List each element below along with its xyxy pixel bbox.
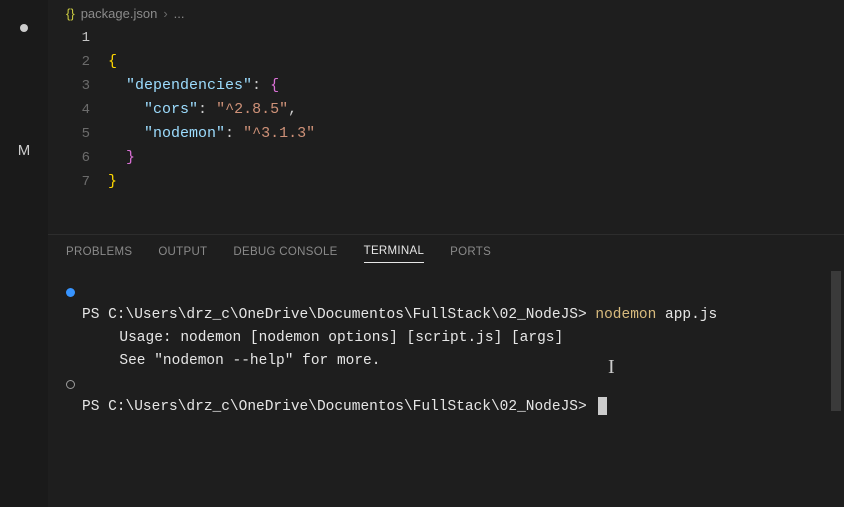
code-token: { <box>108 53 117 70</box>
terminal-output-line: See "nodemon --help" for more. <box>66 350 826 373</box>
tab-output[interactable]: OUTPUT <box>158 246 207 263</box>
code-token: : <box>198 101 207 118</box>
code-token: , <box>288 101 297 118</box>
terminal-task-idle-icon <box>66 380 75 389</box>
line-number: 7 <box>48 170 90 194</box>
line-number: 5 <box>48 122 90 146</box>
line-number: 4 <box>48 98 90 122</box>
breadcrumb-tail[interactable]: ... <box>174 6 185 21</box>
terminal-cursor <box>598 397 607 415</box>
panel-tabs: PROBLEMS OUTPUT DEBUG CONSOLE TERMINAL P… <box>48 235 844 271</box>
breadcrumb-separator: › <box>163 6 167 21</box>
terminal-scrollbar[interactable] <box>831 271 841 411</box>
terminal-output-line: Usage: nodemon [nodemon options] [script… <box>66 327 826 350</box>
breadcrumb-file[interactable]: package.json <box>81 6 158 21</box>
terminal[interactable]: PS C:\Users\drz_c\OneDrive\Documentos\Fu… <box>48 271 844 507</box>
tab-problems[interactable]: PROBLEMS <box>66 246 132 263</box>
code-token: "dependencies" <box>126 77 252 94</box>
line-number-gutter: 1 2 3 4 5 6 7 <box>48 26 108 194</box>
code-token: } <box>126 149 135 166</box>
terminal-path: C:\Users\drz_c\OneDrive\Documentos\FullS… <box>108 307 578 323</box>
line-number: 3 <box>48 74 90 98</box>
terminal-prompt-suffix: > <box>578 399 595 415</box>
terminal-line: PS C:\Users\drz_c\OneDrive\Documentos\Fu… <box>66 281 826 327</box>
bottom-panel: PROBLEMS OUTPUT DEBUG CONSOLE TERMINAL P… <box>48 234 844 507</box>
terminal-task-active-icon <box>66 288 75 297</box>
line-number: 2 <box>48 50 90 74</box>
code-token: "^2.8.5" <box>216 101 288 118</box>
terminal-prompt-prefix: PS <box>82 307 108 323</box>
terminal-prompt-prefix: PS <box>82 399 108 415</box>
line-number: 6 <box>48 146 90 170</box>
scm-modified-badge: M <box>18 142 31 159</box>
code-content[interactable]: { "dependencies": { "cors": "^2.8.5", "n… <box>108 26 844 194</box>
activity-bar: M <box>0 0 48 507</box>
terminal-path: C:\Users\drz_c\OneDrive\Documentos\FullS… <box>108 399 578 415</box>
tab-debug-console[interactable]: DEBUG CONSOLE <box>233 246 337 263</box>
code-token: : <box>252 77 261 94</box>
code-editor[interactable]: 1 2 3 4 5 6 7 { "dependencies": { "cors"… <box>48 26 844 234</box>
breadcrumb[interactable]: {} package.json › ... <box>48 0 844 26</box>
unsaved-indicator-dot <box>20 24 28 32</box>
code-token: : <box>225 125 234 142</box>
tab-terminal[interactable]: TERMINAL <box>364 245 425 263</box>
terminal-prompt-suffix: > <box>578 307 595 323</box>
code-token: "cors" <box>144 101 198 118</box>
code-token: "nodemon" <box>144 125 225 142</box>
terminal-command: nodemon <box>595 307 665 323</box>
code-token: { <box>270 77 279 94</box>
tab-ports[interactable]: PORTS <box>450 246 491 263</box>
line-number: 1 <box>48 26 90 50</box>
terminal-command-arg: app.js <box>665 307 717 323</box>
code-token: "^3.1.3" <box>243 125 315 142</box>
json-file-icon: {} <box>66 6 75 21</box>
code-token: } <box>108 173 117 190</box>
terminal-line: PS C:\Users\drz_c\OneDrive\Documentos\Fu… <box>66 373 826 419</box>
